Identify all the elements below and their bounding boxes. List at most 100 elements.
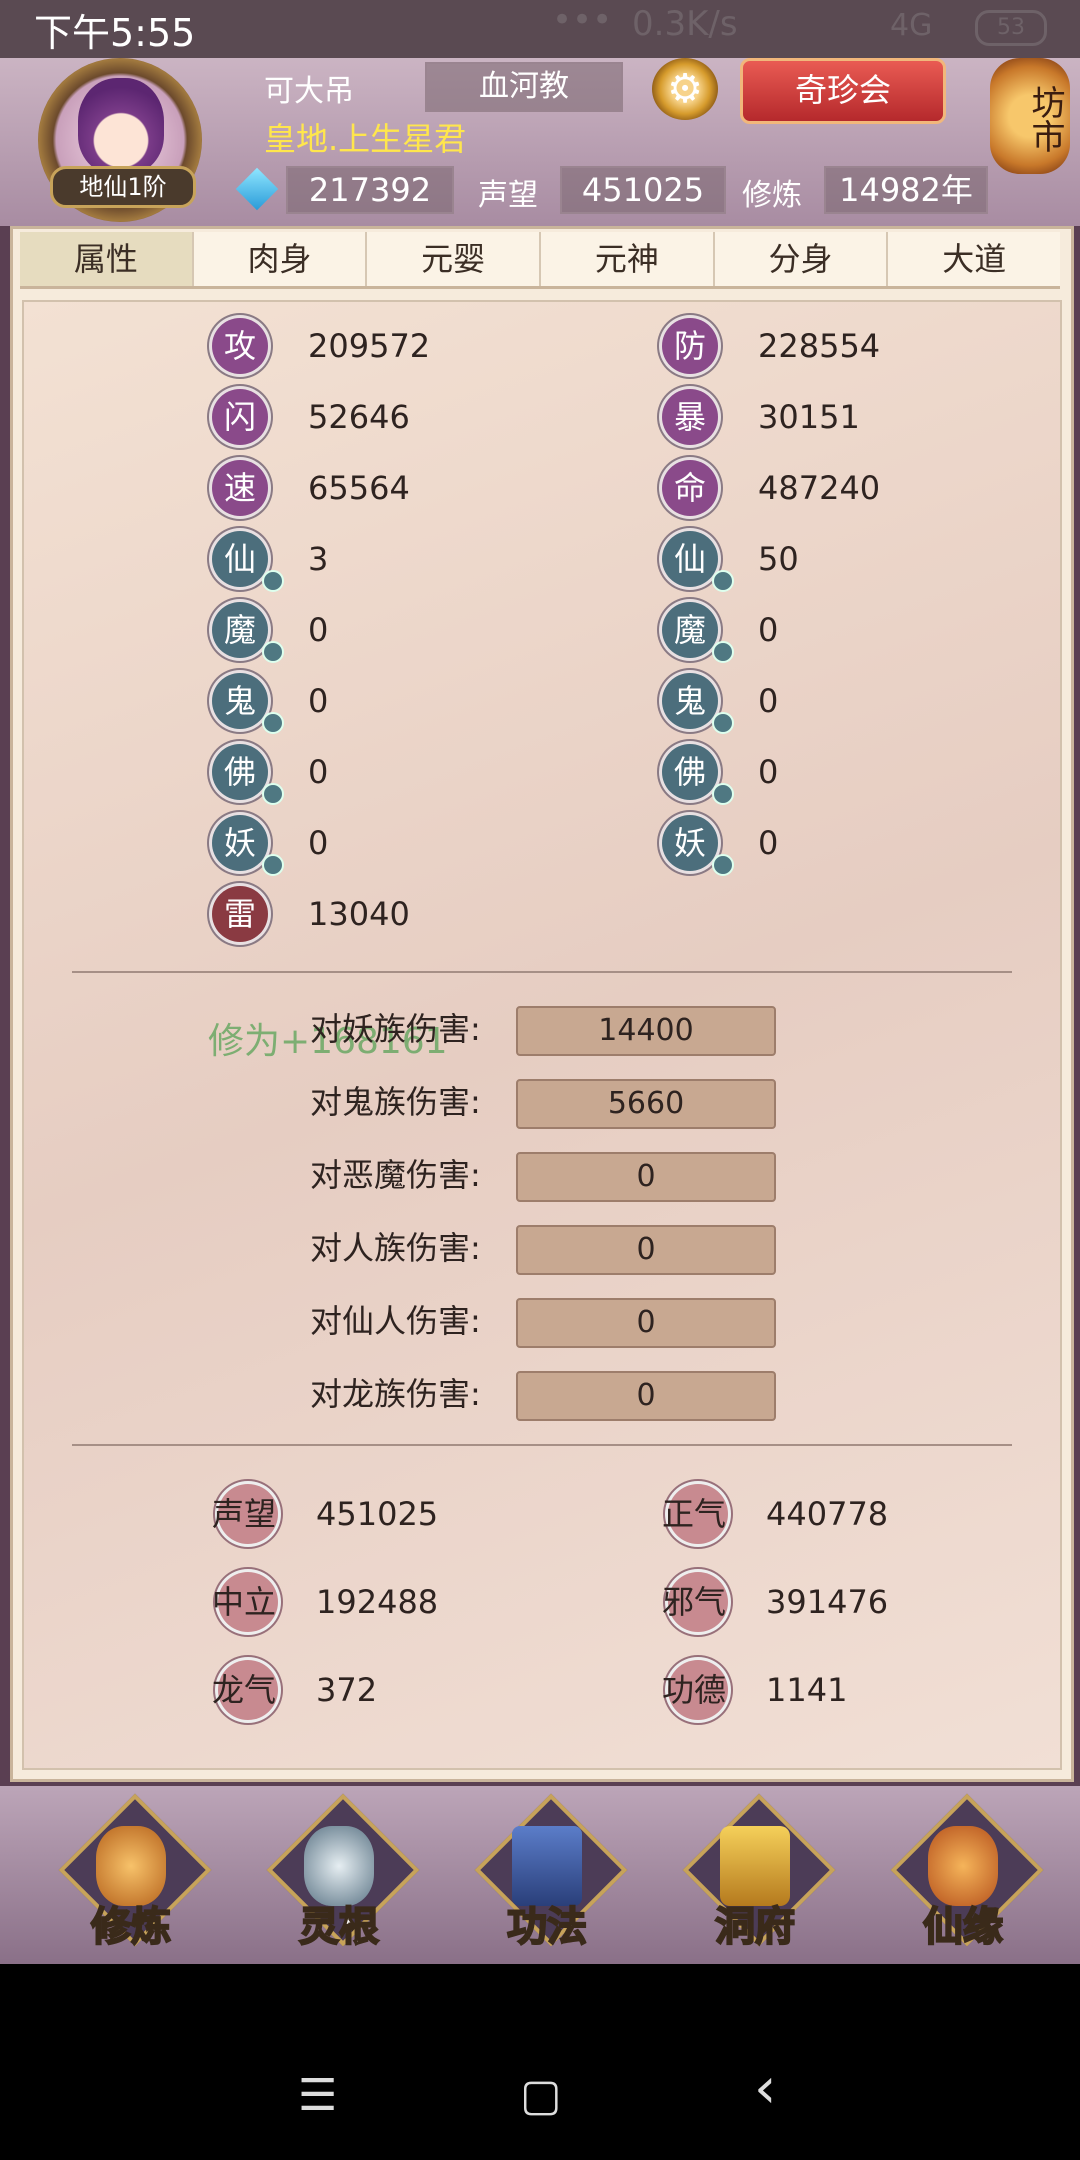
shield-mini-icon	[712, 712, 734, 734]
stat-value-dodge: 52646	[308, 398, 410, 436]
treasure-event-button[interactable]: 奇珍会	[740, 58, 946, 124]
battery-icon: 53	[975, 10, 1047, 46]
stat-badge-demon-attack: 魔	[212, 602, 268, 658]
sword-mini-icon	[262, 712, 284, 734]
tab-bar: 属性 肉身 元婴 元神 分身 大道	[20, 232, 1061, 289]
stat-value-ghost-attack: 0	[308, 682, 329, 720]
market-lantern-button[interactable]: 坊市	[990, 58, 1070, 174]
stat-value-immortal-attack: 3	[308, 540, 329, 578]
menu-icon[interactable]: ☰	[298, 2070, 337, 2121]
sect-name: 血河教	[425, 62, 623, 112]
tab-nascent-soul[interactable]: 元婴	[367, 232, 542, 286]
cultivation-value: 14982年	[824, 166, 988, 214]
stat-badge-demon-defense: 魔	[662, 602, 718, 658]
status-bar: 下午5:55 ••• 0.3K/s 4G 53	[0, 0, 1080, 58]
rep-value-fame: 451025	[316, 1495, 439, 1533]
system-nav-bar	[0, 1964, 1080, 2160]
tab-avatar-clone[interactable]: 分身	[714, 232, 889, 286]
damage-label-yao: 对妖族伤害:	[310, 1010, 481, 1048]
stat-badge-thunder: 雷	[212, 886, 268, 942]
rep-label-neutral: 中立	[212, 1583, 277, 1621]
stat-value-hp: 487240	[758, 469, 881, 507]
network-speed: 0.3K/s	[632, 4, 738, 44]
stat-badge-crit: 暴	[662, 389, 718, 445]
damage-value-ghost: 5660	[516, 1079, 776, 1129]
shield-mini-icon	[712, 570, 734, 592]
stat-value-immortal-defense: 50	[758, 540, 799, 578]
rep-value-dragon: 372	[316, 1671, 378, 1709]
nav-label: 灵根	[298, 1903, 380, 1951]
fame-label: 声望	[478, 178, 538, 213]
stat-badge-immortal-defense: 仙	[662, 531, 718, 587]
damage-value-demon: 0	[516, 1152, 776, 1202]
nav-label: 修炼	[90, 1903, 172, 1951]
stat-badge-yao-attack: 妖	[212, 815, 268, 871]
status-time: 下午5:55	[34, 11, 196, 55]
rep-label-evil: 邪气	[662, 1583, 727, 1621]
stat-value-thunder: 13040	[308, 895, 410, 933]
stat-badge-hp: 命	[662, 460, 718, 516]
section-divider	[72, 971, 1012, 973]
damage-label-immortal: 对仙人伤害:	[310, 1302, 481, 1340]
section-divider	[72, 1444, 1012, 1446]
damage-value-yao: 14400	[516, 1006, 776, 1056]
stat-badge-buddha-attack: 佛	[212, 744, 268, 800]
rank-badge: 地仙1阶	[50, 166, 196, 208]
stat-badge-ghost-defense: 鬼	[662, 673, 718, 729]
stat-value-buddha-defense: 0	[758, 753, 779, 791]
tab-attributes[interactable]: 属性	[20, 232, 194, 286]
rep-label-righteous: 正气	[662, 1495, 727, 1533]
tab-primordial-spirit[interactable]: 元神	[541, 232, 715, 286]
cultivation-label: 修炼	[742, 178, 802, 213]
nav-label: 洞府	[714, 1903, 796, 1951]
stat-value-speed: 65564	[308, 469, 410, 507]
stat-badge-buddha-defense: 佛	[662, 744, 718, 800]
fame-value: 451025	[560, 166, 726, 214]
damage-value-immortal: 0	[516, 1298, 776, 1348]
stat-value-defense: 228554	[758, 327, 881, 365]
signal-type: 4G	[890, 8, 933, 43]
damage-label-human: 对人族伤害:	[310, 1229, 481, 1267]
tab-dao[interactable]: 大道	[888, 232, 1061, 286]
home-icon[interactable]: ▢	[520, 2070, 562, 2121]
rep-value-merit: 1141	[766, 1671, 848, 1709]
gem-count: 217392	[286, 166, 454, 214]
stat-badge-defense: 防	[662, 318, 718, 374]
nav-label: 功法	[506, 1903, 588, 1951]
status-dots: •••	[552, 0, 613, 40]
rep-value-neutral: 192488	[316, 1583, 439, 1621]
stat-value-attack: 209572	[308, 327, 431, 365]
stat-value-crit: 30151	[758, 398, 860, 436]
tab-body[interactable]: 肉身	[193, 232, 368, 286]
shield-mini-icon	[712, 783, 734, 805]
stat-badge-dodge: 闪	[212, 389, 268, 445]
nav-techniques-button[interactable]: 功法	[472, 1793, 628, 1956]
settings-gear-icon[interactable]: ⚙	[652, 58, 718, 120]
rep-label-merit: 功德	[662, 1671, 727, 1709]
back-icon[interactable]: ‹	[754, 2056, 776, 2121]
stat-value-yao-defense: 0	[758, 824, 779, 862]
rep-value-evil: 391476	[766, 1583, 889, 1621]
sword-mini-icon	[262, 570, 284, 592]
stat-value-demon-defense: 0	[758, 611, 779, 649]
avatar	[78, 78, 164, 174]
stat-badge-ghost-attack: 鬼	[212, 673, 268, 729]
damage-label-dragon: 对龙族伤害:	[310, 1375, 481, 1413]
shield-mini-icon	[712, 641, 734, 663]
nav-fate-button[interactable]: 仙缘	[888, 1793, 1044, 1956]
player-name: 可大吊	[264, 74, 354, 109]
damage-value-human: 0	[516, 1225, 776, 1275]
stat-badge-yao-defense: 妖	[662, 815, 718, 871]
player-title: 皇地.上生星君	[264, 120, 467, 158]
nav-label: 仙缘	[922, 1903, 1004, 1951]
rep-label-dragon: 龙气	[212, 1671, 277, 1709]
stat-value-demon-attack: 0	[308, 611, 329, 649]
nav-cultivate-button[interactable]: 修炼	[56, 1793, 212, 1956]
stat-value-yao-attack: 0	[308, 824, 329, 862]
sword-mini-icon	[262, 641, 284, 663]
nav-cave-button[interactable]: 洞府	[680, 1793, 836, 1956]
sword-mini-icon	[262, 783, 284, 805]
damage-label-demon: 对恶魔伤害:	[310, 1156, 481, 1194]
nav-spirit-root-button[interactable]: 灵根	[264, 1793, 420, 1956]
rep-value-righteous: 440778	[766, 1495, 889, 1533]
